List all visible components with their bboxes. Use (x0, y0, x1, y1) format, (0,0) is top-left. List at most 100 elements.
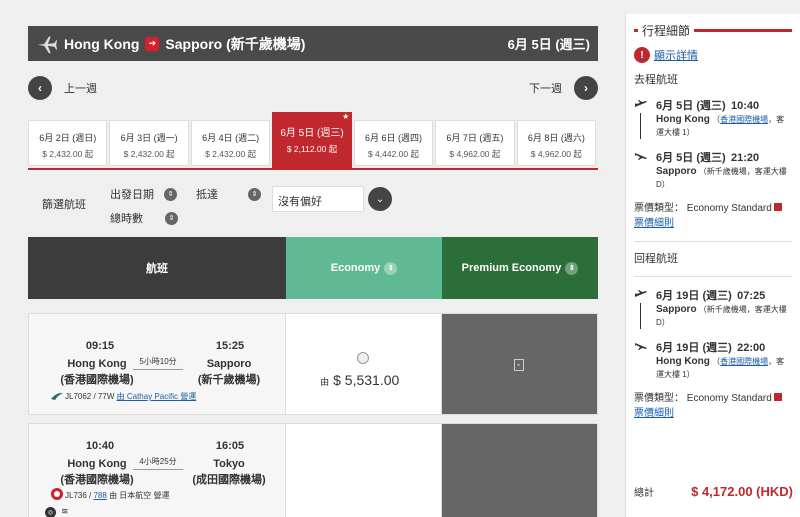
divider (634, 276, 792, 277)
chevron-right-icon: › (584, 81, 588, 95)
document-icon (773, 203, 782, 211)
next-week-label[interactable]: 下一週 (529, 80, 562, 96)
column-premium-label: Premium Economy (461, 262, 562, 274)
flight-duration: 5小時10分 (133, 356, 183, 370)
tab-date: 6月 7日 (週五) (446, 133, 504, 143)
sort-icon: ⇕ (565, 261, 579, 275)
flight-row: 10:40 Hong Kong (香港國際機場) 4小時25分 16:05 Tok… (28, 423, 598, 517)
flight-duration: 4小時25分 (133, 456, 183, 470)
preference-select[interactable]: 沒有偏好 (272, 186, 364, 212)
sort-icon: ⇕ (165, 211, 178, 225)
show-details-label: 顯示詳情 (654, 50, 698, 62)
operator-prefix: 由 (116, 392, 125, 401)
departure-airport: (香港國際機場) (60, 474, 134, 486)
title-bar (634, 29, 638, 32)
sort-icon: ⇕ (164, 187, 177, 201)
arrival-city: Sapporo (新千歲機場) (179, 356, 279, 388)
prev-week-label[interactable]: 上一週 (64, 80, 97, 96)
outbound-label: 去程航班 (634, 74, 678, 86)
segment-time: 07:25 (737, 290, 766, 302)
flight-number-text: JL736 / (65, 491, 94, 500)
results-header: 航班 Economy ⇕ Premium Economy ⇕ (28, 237, 598, 299)
summary-title: 行程細節 (634, 22, 792, 39)
date-tab[interactable]: 6月 3日 (週一) $ 2,432.00 起 (109, 120, 189, 166)
return-label: 回程航班 (634, 253, 678, 265)
fare-type: 票價類型： Economy Standard (634, 203, 772, 214)
route-header: Hong Kong ➔ Sapporo (新千歲機場) 6月 5日 (週三) (28, 26, 598, 61)
sort-arrival-label: 抵達 (196, 189, 218, 201)
departure-time: 10:40 (85, 440, 115, 452)
unavailable-icon: ▪ (513, 359, 524, 371)
takeoff-icon (635, 100, 647, 107)
arrival-airport: (新千歲機場) (197, 374, 261, 386)
flight-info: 09:15 Hong Kong (香港國際機場) 5小時10分 15:25 Sap… (29, 314, 287, 414)
total-label: 總計 (634, 488, 654, 499)
sort-departure[interactable]: 出發日期 ⇕ (110, 186, 177, 202)
next-week-button[interactable]: › (574, 76, 598, 100)
tab-price: $ 2,112.00 起 (286, 144, 338, 154)
airport-link[interactable]: 香港國際機場 (720, 357, 768, 366)
return-departure: 6月 19日 (週三) 07:25 Sapporo （新千歲機場，客運大樓 D） (634, 287, 792, 329)
arrival-time: 15:25 (215, 340, 245, 352)
preference-dropdown-button[interactable]: ⌄ (368, 187, 392, 211)
segment-city: Sapporo (656, 166, 697, 177)
segment-date: 6月 5日 (週三) (656, 100, 726, 112)
date-tab[interactable]: 6月 4日 (週二) $ 2,432.00 起 (190, 120, 271, 166)
flight-row: 09:15 Hong Kong (香港國際機場) 5小時10分 15:25 Sap… (28, 313, 598, 415)
airport-link[interactable]: 香港國際機場 (720, 115, 768, 124)
date-tab[interactable]: 6月 2日 (週日) $ 2,432.00 起 (28, 120, 108, 166)
departure-city-name: Hong Kong (67, 458, 127, 470)
segment-city: Sapporo (656, 304, 697, 315)
column-economy[interactable]: Economy ⇕ (286, 237, 442, 299)
prev-week-button[interactable]: ‹ (28, 76, 52, 100)
sort-arrival[interactable]: 抵達 ⇕ (196, 186, 261, 202)
fare-rules-link[interactable]: 票價細則 (634, 408, 674, 419)
departure-airport: (香港國際機場) (60, 374, 134, 386)
fare-rules-link[interactable]: 票價細則 (634, 218, 674, 229)
date-tab[interactable]: 6月 6日 (週四) $ 4,442.00 起 (353, 120, 434, 166)
title-bar (694, 29, 792, 32)
sort-total-time-label: 總時數 (110, 213, 143, 225)
column-premium[interactable]: Premium Economy ⇕ (442, 237, 598, 299)
landing-icon (635, 343, 647, 350)
departure-city: Hong Kong (香港國際機場) (47, 456, 147, 488)
economy-price: 由 $ 5,531.00 (320, 372, 399, 388)
segment-time: 22:00 (737, 342, 766, 354)
arrow-right-icon: ➔ (145, 36, 160, 51)
arrival-city-name: Tokyo (213, 458, 245, 470)
show-details-link[interactable]: ! 顯示詳情 (634, 47, 792, 63)
japan-airlines-logo-icon (51, 488, 63, 500)
date-tab[interactable]: 6月 8日 (週六) $ 4,962.00 起 (516, 120, 597, 166)
chevron-down-icon: ⌄ (375, 193, 385, 205)
selected-date: 6月 5日 (週三) (507, 37, 590, 52)
segment-date: 6月 19日 (週三) (656, 342, 732, 354)
segment-date: 6月 19日 (週三) (656, 290, 732, 302)
total-amount: $ 4,172.00 (HKD) (691, 484, 793, 499)
filter-title: 篩選航班 (42, 199, 86, 211)
tab-date: 6月 8日 (週六) (527, 133, 585, 143)
summary-title-text: 行程細節 (642, 24, 691, 38)
landing-icon (635, 153, 647, 160)
aircraft-link[interactable]: 788 (93, 491, 106, 500)
date-tab[interactable]: 6月 7日 (週五) $ 4,962.00 起 (435, 120, 515, 166)
outbound-arrival: 6月 5日 (週三) 21:20 Sapporo （新千歲機場，客運大樓 D） (634, 149, 792, 191)
premium-cell (441, 424, 597, 517)
tabs-underline (28, 168, 598, 170)
price-prefix: 由 (320, 377, 330, 387)
outbound-fare: 票價類型： Economy Standard 票價細則 (634, 201, 792, 231)
economy-radio[interactable] (357, 352, 370, 364)
price-value: $ 5,531.00 (333, 372, 400, 388)
plane-icon (37, 36, 58, 53)
economy-cell[interactable] (286, 424, 442, 517)
economy-cell[interactable]: 由 $ 5,531.00 (286, 314, 442, 414)
premium-cell: ▪ (441, 314, 597, 414)
sort-total-time[interactable]: 總時數 ⇕ (110, 210, 178, 226)
date-tab-selected[interactable]: ★ 6月 5日 (週三) $ 2,112.00 起 (272, 112, 352, 168)
date-tabs: 6月 2日 (週日) $ 2,432.00 起 6月 3日 (週一) $ 2,432… (28, 112, 598, 169)
flight-number: JL7062 / 77W 由 Cathay Pacific 營運 (65, 391, 196, 402)
column-flight: 航班 (28, 237, 286, 299)
operator-link[interactable]: 由 Cathay Pacific 營運 (117, 392, 197, 401)
return-arrival: 6月 19日 (週三) 22:00 Hong Kong （香港國際機場，客運大樓… (634, 339, 792, 381)
arrival-city-name: Sapporo (206, 358, 252, 370)
column-economy-label: Economy (330, 262, 381, 274)
